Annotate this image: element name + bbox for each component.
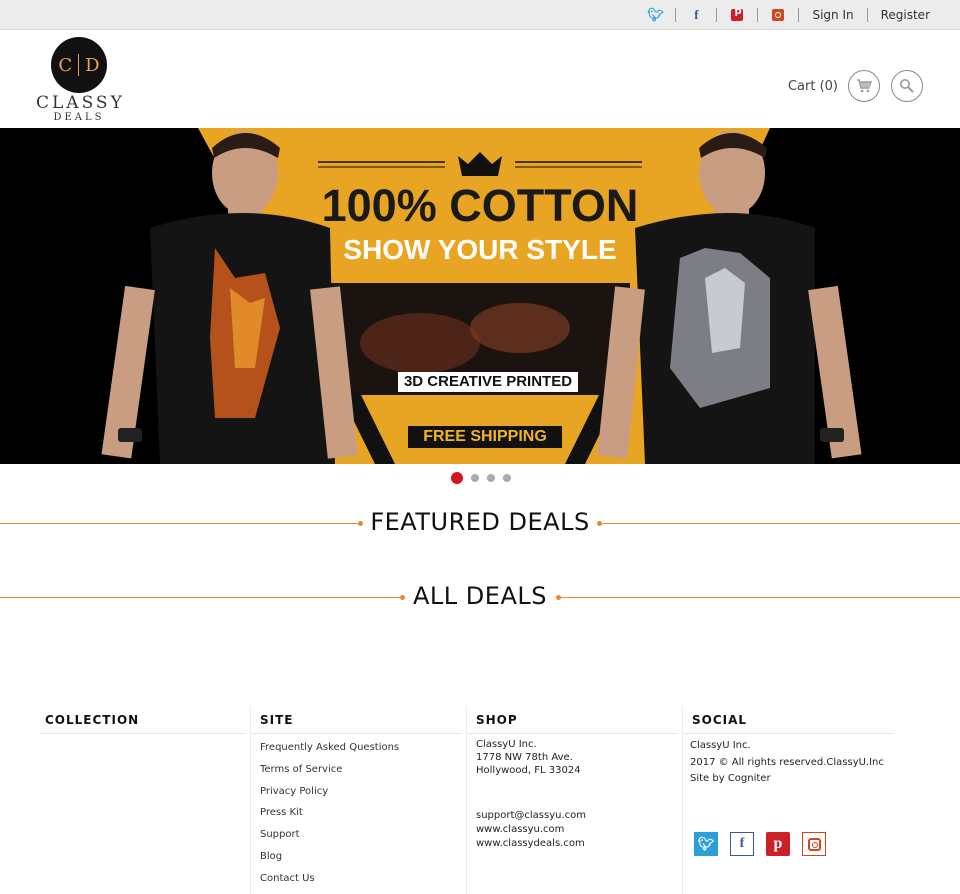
footer-link-press[interactable]: Press Kit [260, 804, 462, 826]
footer-link-privacy[interactable]: Privacy Policy [260, 783, 462, 805]
site-footer: COLLECTION SITE Frequently Asked Questio… [40, 706, 894, 894]
footer-social-icons: 🐦︎ f p [694, 832, 838, 856]
footer-link-contact[interactable]: Contact Us [260, 870, 462, 892]
pinterest-icon[interactable]: p [766, 832, 790, 856]
featured-deals-section: FEATURED DEALS [0, 508, 960, 538]
banner-cta[interactable]: FREE SHIPPING [408, 426, 562, 448]
classyu-website-link[interactable]: www.classyu.com [476, 823, 678, 837]
slider-dots [0, 472, 960, 484]
pinterest-icon [731, 6, 744, 21]
sign-in-link[interactable]: Sign In [799, 8, 866, 22]
footer-heading: COLLECTION [40, 706, 246, 734]
footer-link-terms[interactable]: Terms of Service [260, 761, 462, 783]
top-links: 🐦︎ f Sign In Register [635, 0, 940, 30]
banner-title: 100% COTTON [321, 180, 639, 231]
search-icon [900, 79, 914, 93]
logo-line2: DEALS [53, 112, 105, 123]
footer-heading: SITE [250, 706, 462, 734]
slider-dot-2[interactable] [471, 474, 479, 482]
all-deals-title: ALL DEALS [413, 582, 547, 610]
top-pinterest-link[interactable] [717, 6, 757, 21]
address-line: Hollywood, FL 33024 [476, 765, 581, 776]
banner-text: 100% COTTON SHOW YOUR STYLE 3D CREATIVE … [0, 128, 960, 464]
slider-dot-4[interactable] [503, 474, 511, 482]
logo-initial-right: D [85, 54, 100, 76]
site-header: C D CLASSY DEALS Cart (0) [0, 30, 960, 128]
footer-collection: COLLECTION [40, 706, 246, 894]
facebook-icon[interactable]: f [730, 832, 754, 856]
top-facebook-link[interactable]: f [676, 7, 716, 23]
company-name: ClassyU Inc. [690, 740, 751, 751]
search-button[interactable] [891, 70, 923, 102]
classydeals-website-link[interactable]: www.classydeals.com [476, 837, 678, 851]
support-email-link[interactable]: support@classyu.com [476, 809, 678, 823]
cart-area: Cart (0) [788, 70, 923, 102]
footer-contact: support@classyu.com www.classyu.com www.… [466, 777, 678, 851]
footer-shop: SHOP ClassyU Inc. 1778 NW 78th Ave. Holl… [466, 706, 678, 894]
twitter-icon[interactable]: 🐦︎ [694, 832, 718, 856]
featured-deals-title: FEATURED DEALS [370, 508, 590, 536]
facebook-icon: f [694, 7, 699, 22]
footer-address: ClassyU Inc. 1778 NW 78th Ave. Hollywood… [466, 734, 678, 777]
top-instagram-link[interactable] [758, 9, 798, 21]
footer-heading: SOCIAL [682, 706, 894, 734]
footer-social: SOCIAL ClassyU Inc. 2017 © All rights re… [682, 706, 894, 894]
site-credit[interactable]: Site by Cogniter [690, 771, 894, 788]
footer-heading: SHOP [466, 706, 678, 734]
slider-dot-3[interactable] [487, 474, 495, 482]
footer-social-text: ClassyU Inc. 2017 © All rights reserved.… [682, 734, 894, 788]
footer-site: SITE Frequently Asked Questions Terms of… [250, 706, 462, 894]
banner-tag: 3D CREATIVE PRINTED [398, 372, 578, 392]
logo-line1: CLASSY [36, 93, 125, 113]
footer-link-blog[interactable]: Blog [260, 848, 462, 870]
footer-site-links: Frequently Asked Questions Terms of Serv… [250, 734, 462, 892]
cart-button[interactable] [848, 70, 880, 102]
copyright: 2017 © All rights reserved.ClassyU.Inc [690, 756, 884, 768]
cart-icon [857, 79, 872, 93]
divider [602, 523, 960, 524]
twitter-icon: 🐦︎ [647, 7, 664, 23]
instagram-icon[interactable] [802, 832, 826, 856]
hero-banner[interactable]: 100% COTTON SHOW YOUR STYLE 3D CREATIVE … [0, 128, 960, 464]
address-line: ClassyU Inc. [476, 739, 537, 750]
logo-initial-left: C [58, 54, 73, 76]
divider [561, 597, 960, 598]
instagram-icon [772, 9, 785, 21]
cart-link[interactable]: Cart (0) [788, 79, 838, 94]
top-twitter-link[interactable]: 🐦︎ [635, 8, 675, 23]
top-bar: 🐦︎ f Sign In Register [0, 0, 960, 30]
address-line: 1778 NW 78th Ave. [476, 752, 573, 763]
slider-dot-1[interactable] [451, 472, 463, 484]
register-link[interactable]: Register [868, 8, 940, 22]
banner-subtitle: SHOW YOUR STYLE [343, 234, 617, 265]
logo-mark: C D [51, 37, 107, 93]
all-deals-section: ALL DEALS [0, 582, 960, 612]
footer-link-support[interactable]: Support [260, 826, 462, 848]
logo[interactable]: C D CLASSY DEALS [36, 37, 122, 123]
footer-link-faq[interactable]: Frequently Asked Questions [260, 739, 462, 761]
